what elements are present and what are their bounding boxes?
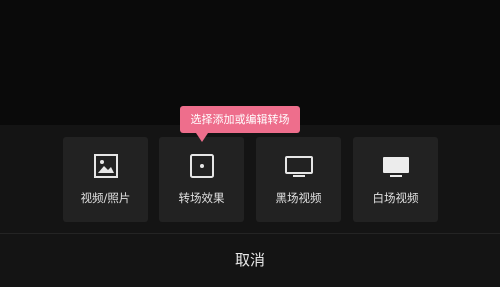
black-video-option[interactable]: 黑场视频 bbox=[256, 137, 341, 222]
monitor-filled-icon bbox=[353, 153, 438, 179]
tooltip-arrow bbox=[196, 133, 208, 142]
transition-effect-option[interactable]: 转场效果 bbox=[159, 137, 244, 222]
transition-dot-icon bbox=[159, 153, 244, 179]
hint-tooltip: 选择添加或编辑转场 bbox=[180, 106, 300, 133]
image-icon bbox=[63, 153, 148, 179]
transition-effect-label: 转场效果 bbox=[178, 191, 225, 205]
white-video-option[interactable]: 白场视频 bbox=[353, 137, 438, 222]
black-video-label: 黑场视频 bbox=[275, 191, 322, 205]
cancel-button[interactable]: 取消 bbox=[0, 234, 500, 287]
video-photo-option[interactable]: 视频/照片 bbox=[63, 137, 148, 222]
white-video-label: 白场视频 bbox=[372, 191, 419, 205]
monitor-outline-icon bbox=[256, 153, 341, 179]
video-photo-label: 视频/照片 bbox=[80, 191, 131, 205]
